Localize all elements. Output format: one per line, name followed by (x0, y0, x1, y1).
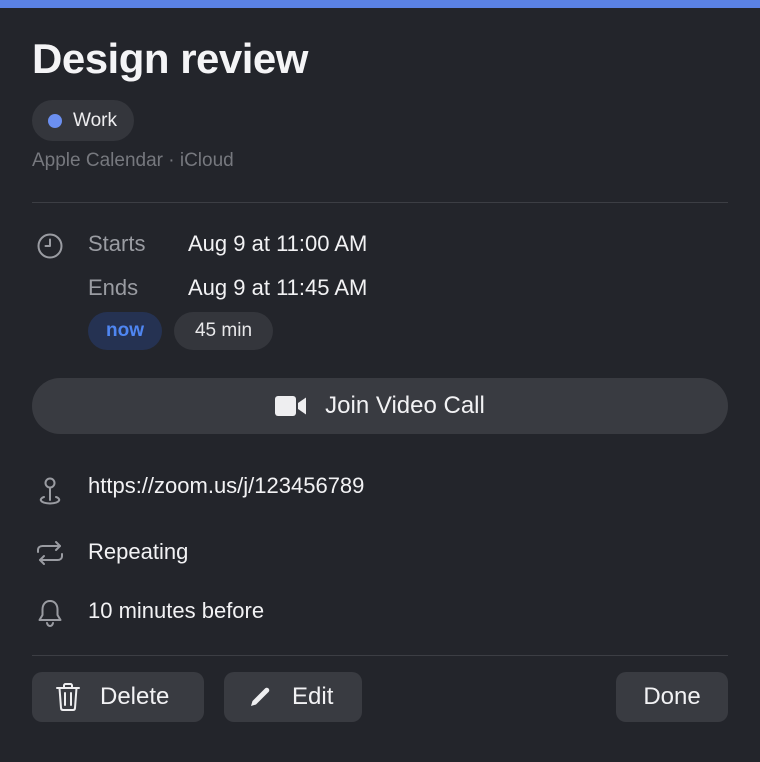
repeat-icon (34, 537, 66, 569)
calendar-tag-label: Work (73, 109, 117, 131)
location-link[interactable]: https://zoom.us/j/123456789 (88, 471, 364, 501)
done-button[interactable]: Done (616, 672, 728, 722)
starts-value[interactable]: Aug 9 at 11:00 AM (188, 229, 367, 259)
delete-label: Delete (100, 683, 170, 710)
clock-icon (34, 230, 66, 262)
calendar-source: Apple Calendar · iCloud (32, 150, 234, 171)
calendar-tag[interactable]: Work (32, 100, 134, 141)
pencil-icon (248, 685, 272, 709)
event-title: Design review (32, 35, 308, 82)
divider (32, 655, 728, 656)
duration-badge: 45 min (174, 312, 273, 350)
delete-button[interactable]: Delete (32, 672, 204, 722)
now-badge: now (88, 312, 162, 350)
edit-label: Edit (292, 683, 334, 710)
join-video-call-label: Join Video Call (325, 392, 485, 419)
starts-label: Starts (88, 231, 146, 256)
calendar-color-dot (48, 113, 62, 128)
done-label: Done (643, 683, 701, 710)
bell-icon (34, 597, 66, 629)
video-camera-icon (275, 395, 307, 417)
recurrence-text[interactable]: Repeating (88, 537, 188, 567)
calendar-color-bar (0, 0, 760, 8)
edit-button[interactable]: Edit (224, 672, 362, 722)
alert-text[interactable]: 10 minutes before (88, 596, 264, 626)
ends-label: Ends (88, 275, 139, 300)
join-video-call-button[interactable]: Join Video Call (32, 378, 728, 434)
ends-value[interactable]: Aug 9 at 11:45 AM (188, 273, 367, 303)
location-pin-icon (34, 476, 66, 508)
trash-icon (56, 683, 80, 711)
divider (32, 202, 728, 203)
